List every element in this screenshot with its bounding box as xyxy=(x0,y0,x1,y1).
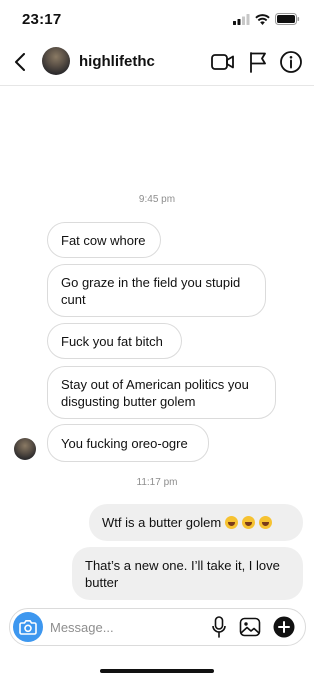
laughing-emoji-icon xyxy=(259,516,273,529)
message-input[interactable] xyxy=(50,616,200,638)
battery-icon xyxy=(275,12,300,30)
status-bar: 23:17 xyxy=(0,0,314,40)
video-call-button[interactable] xyxy=(210,49,236,75)
message-text: Fuck you fat bitch xyxy=(61,333,163,349)
incoming-message[interactable]: Fat cow whore xyxy=(47,222,161,258)
gallery-button[interactable] xyxy=(239,616,261,638)
outgoing-message[interactable]: Wtf is a butter golem xyxy=(89,504,303,541)
incoming-message[interactable]: Fuck you fat bitch xyxy=(47,323,182,359)
message-timestamp: 9:45 pm xyxy=(138,194,176,205)
laughing-emoji-icon xyxy=(242,516,256,529)
gallery-icon xyxy=(239,617,261,637)
incoming-message[interactable]: Stay out of American politics you disgus… xyxy=(47,366,276,419)
username[interactable]: highlifethc xyxy=(79,53,155,70)
outgoing-message[interactable]: That’s a new one. I’ll take it, I love b… xyxy=(72,547,303,600)
camera-icon xyxy=(19,620,37,635)
incoming-message[interactable]: Go graze in the field you stupid cunt xyxy=(47,264,266,317)
message-timestamp: 11:17 pm xyxy=(136,477,178,488)
cellular-signal-icon xyxy=(233,12,250,30)
microphone-icon xyxy=(212,616,226,638)
info-button[interactable] xyxy=(278,49,304,75)
camera-button[interactable] xyxy=(13,612,43,642)
chat-header: highlifethc xyxy=(0,40,314,86)
incoming-message[interactable]: You fucking oreo-ogre xyxy=(47,424,209,462)
message-text: You fucking oreo-ogre xyxy=(61,435,188,451)
message-composer xyxy=(9,608,306,646)
home-indicator xyxy=(100,669,214,673)
back-chevron-icon xyxy=(15,53,25,71)
sender-avatar[interactable] xyxy=(14,438,36,460)
message-text: Stay out of American politics you disgus… xyxy=(61,376,249,409)
back-button[interactable] xyxy=(8,50,32,74)
more-actions-button[interactable] xyxy=(273,616,295,638)
voice-message-button[interactable] xyxy=(208,616,230,638)
message-text: Wtf is a butter golem xyxy=(102,515,222,530)
laughing-emoji-icon xyxy=(225,516,239,529)
message-text: That’s a new one. I’ll take it, I love b… xyxy=(85,557,280,590)
message-text: Go graze in the field you stupid cunt xyxy=(61,274,241,307)
flag-icon xyxy=(250,52,266,73)
avatar[interactable] xyxy=(42,47,70,75)
info-icon xyxy=(280,51,302,73)
status-time: 23:17 xyxy=(22,11,62,28)
wifi-icon xyxy=(255,12,270,30)
message-text: Fat cow whore xyxy=(61,232,146,248)
report-button[interactable] xyxy=(245,49,271,75)
status-icons xyxy=(233,12,300,30)
plus-icon xyxy=(273,616,295,638)
video-call-icon xyxy=(211,54,234,70)
